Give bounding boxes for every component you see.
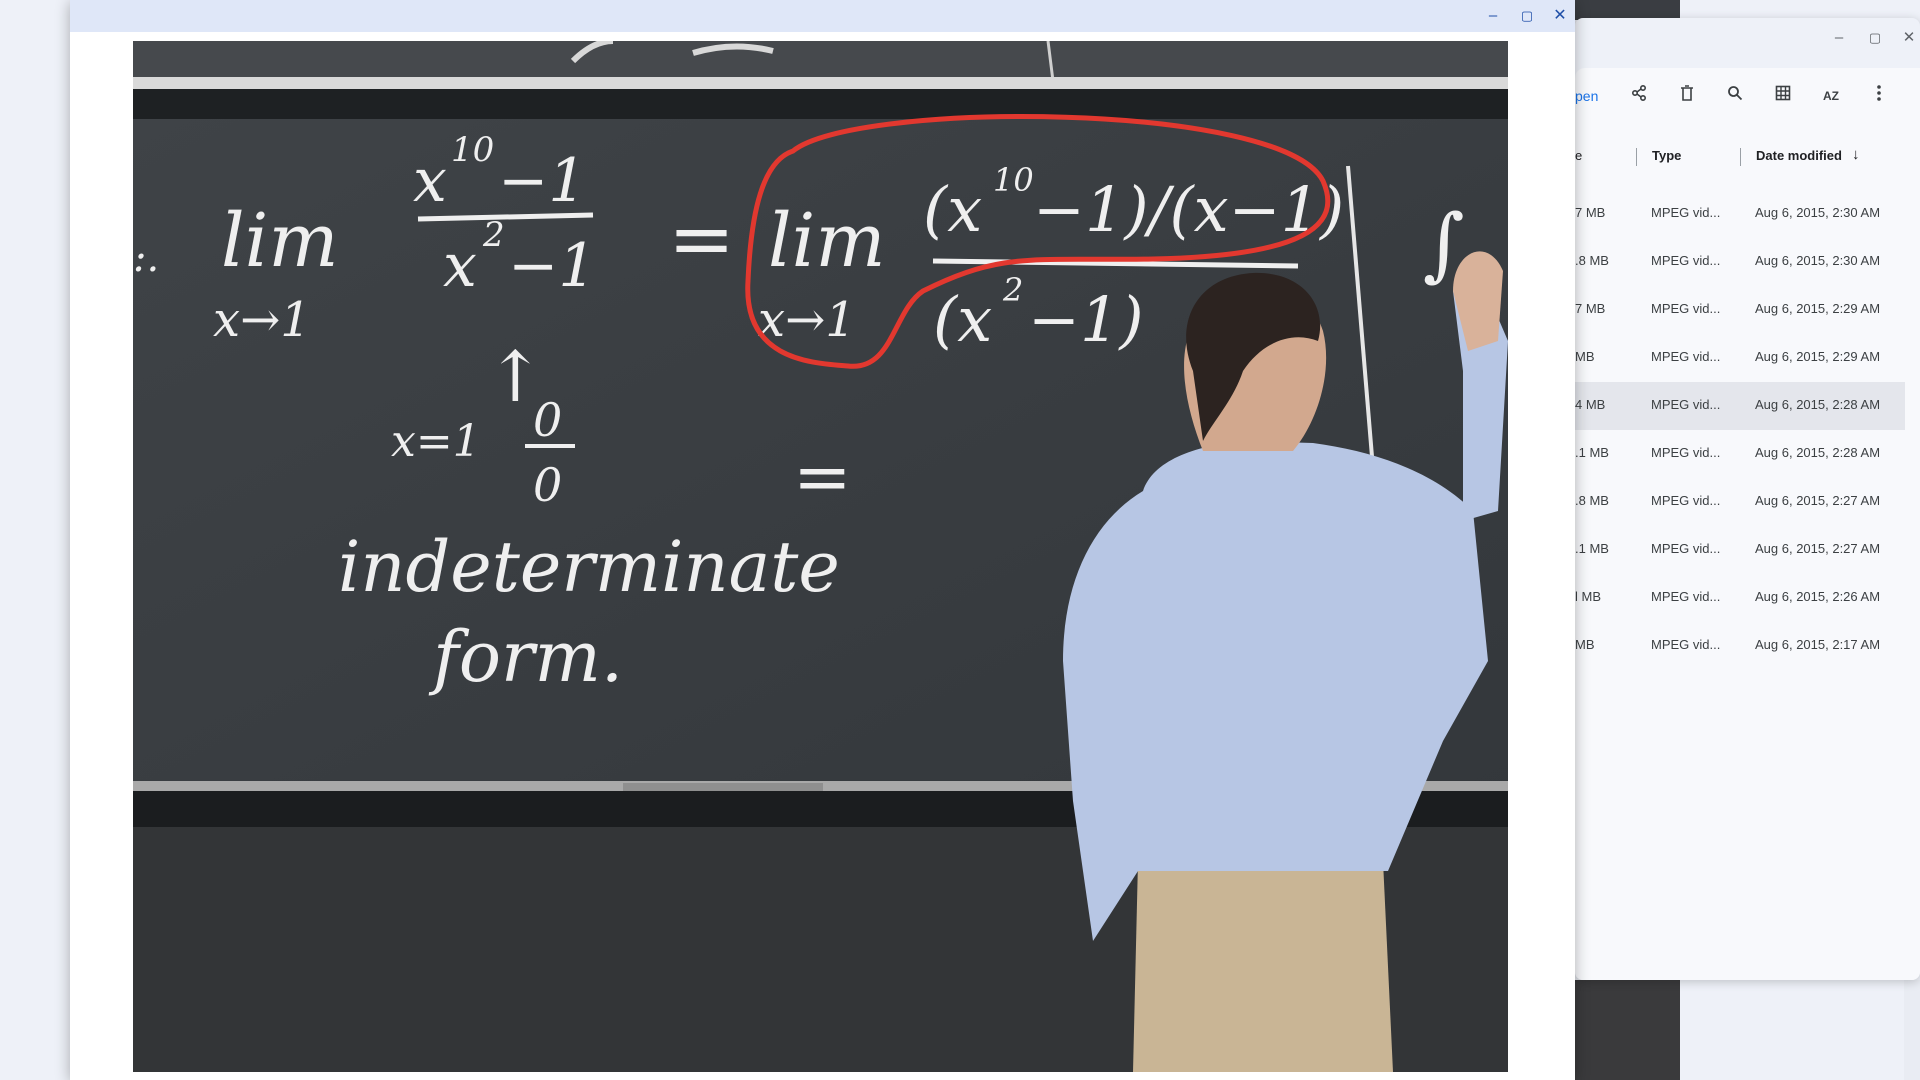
minimize-icon[interactable]: – bbox=[1482, 6, 1504, 26]
file-list-row[interactable]: MB MPEG vid... Aug 6, 2015, 2:17 AM bbox=[1575, 622, 1905, 670]
chalk-lim-2-subscript: x→1 bbox=[758, 292, 856, 348]
file-type-cell: MPEG vid... bbox=[1651, 589, 1721, 604]
chalk-numerator-base: x bbox=[413, 146, 447, 216]
file-size-cell: 7 MB bbox=[1575, 301, 1606, 316]
upper-chalkboard bbox=[133, 41, 1508, 77]
grid-view-icon[interactable] bbox=[1769, 82, 1797, 110]
file-date-cell: Aug 6, 2015, 2:27 AM bbox=[1755, 493, 1881, 508]
file-type-cell: MPEG vid... bbox=[1651, 253, 1721, 268]
chalk-denominator-rest: −1 bbox=[508, 231, 596, 301]
file-type-cell: MPEG vid... bbox=[1651, 397, 1721, 412]
files-titlebar[interactable]: – ▢ ✕ bbox=[1575, 18, 1920, 58]
file-list-row[interactable]: 7 MB MPEG vid... Aug 6, 2015, 2:29 AM bbox=[1575, 286, 1905, 334]
file-list-row[interactable]: 7 MB MPEG vid... Aug 6, 2015, 2:30 AM bbox=[1575, 190, 1905, 238]
file-date-cell: Aug 6, 2015, 2:28 AM bbox=[1755, 397, 1881, 412]
files-content: pen AZ e Type Date modified ↓ 7 MB MPEG … bbox=[1575, 68, 1920, 980]
chalk-zero-top: 0 bbox=[533, 393, 562, 447]
close-icon[interactable]: ✕ bbox=[1899, 28, 1919, 48]
column-type-header[interactable]: Type bbox=[1652, 148, 1681, 163]
file-type-cell: MPEG vid... bbox=[1651, 541, 1721, 556]
file-type-cell: MPEG vid... bbox=[1651, 637, 1721, 652]
chalk-numerator-exponent: 10 bbox=[451, 130, 494, 170]
file-date-cell: Aug 6, 2015, 2:28 AM bbox=[1755, 445, 1881, 460]
file-size-cell: MB bbox=[1575, 349, 1595, 364]
column-size-header[interactable]: e bbox=[1575, 148, 1582, 163]
more-vert-icon[interactable] bbox=[1865, 82, 1893, 110]
video-frame[interactable]: :. lim x→1 x 10 −1 x 2 −1 = lim x→1 (x 1… bbox=[133, 41, 1508, 1072]
file-size-cell: 7 MB bbox=[1575, 205, 1606, 220]
column-date-header[interactable]: Date modified bbox=[1756, 148, 1842, 163]
chalk-lim: lim bbox=[221, 198, 339, 284]
chalk-mark-left: :. bbox=[133, 235, 159, 281]
desktop-window-sliver-bottom bbox=[1575, 980, 1680, 1080]
sort-az-icon[interactable]: AZ bbox=[1817, 82, 1845, 110]
file-list-row[interactable]: .1 MB MPEG vid... Aug 6, 2015, 2:28 AM bbox=[1575, 430, 1905, 478]
desktop-window-sliver bbox=[1575, 0, 1680, 20]
file-date-cell: Aug 6, 2015, 2:30 AM bbox=[1755, 253, 1881, 268]
column-divider[interactable] bbox=[1740, 148, 1741, 166]
video-titlebar[interactable]: – ▢ ✕ bbox=[70, 0, 1575, 32]
file-type-cell: MPEG vid... bbox=[1651, 493, 1721, 508]
delete-icon[interactable] bbox=[1673, 82, 1701, 110]
file-list-header: e Type Date modified ↓ bbox=[1575, 140, 1920, 174]
file-list-row[interactable]: .8 MB MPEG vid... Aug 6, 2015, 2:27 AM bbox=[1575, 478, 1905, 526]
file-date-cell: Aug 6, 2015, 2:26 AM bbox=[1755, 589, 1881, 604]
chalk-indeterminate: indeterminate bbox=[338, 526, 840, 608]
board-frame-shadow bbox=[133, 89, 1508, 119]
search-icon[interactable] bbox=[1721, 82, 1749, 110]
file-type-cell: MPEG vid... bbox=[1651, 205, 1721, 220]
desktop-background-edge bbox=[1904, 980, 1920, 1080]
file-size-cell: .8 MB bbox=[1575, 493, 1609, 508]
chalk-equals: = bbox=[668, 192, 735, 285]
file-size-cell: 4 MB bbox=[1575, 397, 1606, 412]
file-list-row[interactable]: .1 MB MPEG vid... Aug 6, 2015, 2:27 AM bbox=[1575, 526, 1905, 574]
minimize-icon[interactable]: – bbox=[1829, 28, 1849, 48]
video-player-window[interactable]: – ▢ ✕:. lim x→1 x 10 −1 x 2 −1 = lim x→… bbox=[70, 0, 1575, 1080]
column-divider[interactable] bbox=[1636, 148, 1637, 166]
chalk-lim-subscript: x→1 bbox=[213, 292, 311, 348]
close-icon[interactable]: ✕ bbox=[1549, 6, 1571, 26]
file-size-cell: MB bbox=[1575, 637, 1595, 652]
chalk-numerator-2-exponent: 10 bbox=[993, 161, 1034, 199]
sort-descending-icon[interactable]: ↓ bbox=[1852, 146, 1860, 163]
chalk-zero-bottom: 0 bbox=[533, 458, 562, 512]
chalk-numerator-rest: −1 bbox=[498, 146, 586, 216]
file-list-row[interactable]: l MB MPEG vid... Aug 6, 2015, 2:26 AM bbox=[1575, 574, 1905, 622]
chalk-form: form. bbox=[428, 616, 623, 698]
file-list-row[interactable]: MB MPEG vid... Aug 6, 2015, 2:29 AM bbox=[1575, 334, 1905, 382]
chalk-denominator-exponent: 2 bbox=[482, 215, 505, 255]
file-size-cell: .8 MB bbox=[1575, 253, 1609, 268]
file-list-row[interactable]: .8 MB MPEG vid... Aug 6, 2015, 2:30 AM bbox=[1575, 238, 1905, 286]
file-type-cell: MPEG vid... bbox=[1651, 445, 1721, 460]
chalk-numerator-2a: (x bbox=[923, 173, 982, 246]
chalk-equals-2: = bbox=[793, 436, 852, 518]
chalk-denominator-2b: −1) bbox=[1028, 283, 1144, 356]
chalk-denominator-2a: (x bbox=[933, 283, 992, 356]
files-app-window[interactable]: – ▢ ✕ pen AZ e Type Date modified ↓ 7 MB… bbox=[1575, 18, 1920, 980]
file-date-cell: Aug 6, 2015, 2:27 AM bbox=[1755, 541, 1881, 556]
file-type-cell: MPEG vid... bbox=[1651, 301, 1721, 316]
chalk-lim-2: lim bbox=[768, 198, 886, 284]
open-button[interactable]: pen bbox=[1575, 88, 1598, 104]
file-date-cell: Aug 6, 2015, 2:17 AM bbox=[1755, 637, 1881, 652]
file-date-cell: Aug 6, 2015, 2:29 AM bbox=[1755, 349, 1881, 364]
file-list-row[interactable]: 4 MB MPEG vid... Aug 6, 2015, 2:28 AM bbox=[1575, 382, 1905, 430]
file-size-cell: l MB bbox=[1575, 589, 1601, 604]
file-date-cell: Aug 6, 2015, 2:29 AM bbox=[1755, 301, 1881, 316]
files-toolbar: pen AZ bbox=[1575, 68, 1920, 124]
maximize-icon[interactable]: ▢ bbox=[1516, 6, 1538, 26]
share-icon[interactable] bbox=[1625, 82, 1653, 110]
chalk-x-equals-1: x=1 bbox=[391, 416, 481, 467]
chalk-denominator-2-exponent: 2 bbox=[1002, 271, 1023, 309]
file-size-cell: .1 MB bbox=[1575, 445, 1609, 460]
lecture-video-image: :. lim x→1 x 10 −1 x 2 −1 = lim x→1 (x 1… bbox=[133, 41, 1508, 1072]
board-frame bbox=[133, 77, 1508, 89]
file-size-cell: .1 MB bbox=[1575, 541, 1609, 556]
file-type-cell: MPEG vid... bbox=[1651, 349, 1721, 364]
chalk-denominator-base: x bbox=[443, 231, 477, 301]
file-date-cell: Aug 6, 2015, 2:30 AM bbox=[1755, 205, 1881, 220]
maximize-icon[interactable]: ▢ bbox=[1865, 28, 1885, 48]
